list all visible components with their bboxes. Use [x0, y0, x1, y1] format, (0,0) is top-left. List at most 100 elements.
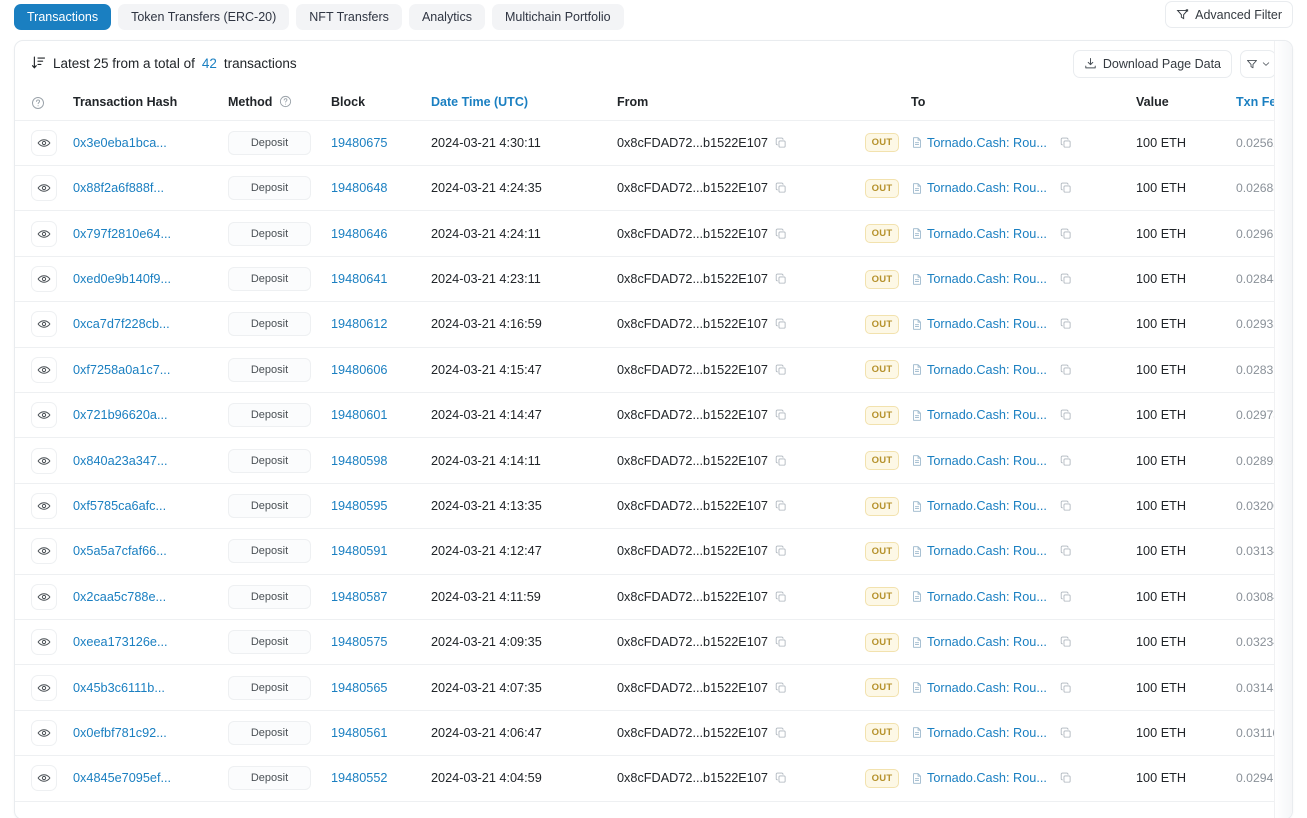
to-address-link[interactable]: Tornado.Cash: Rou... [927, 454, 1047, 468]
block-link[interactable]: 19480591 [331, 544, 387, 558]
method-badge[interactable]: Deposit [228, 584, 311, 609]
block-link[interactable]: 19480575 [331, 635, 387, 649]
method-badge[interactable]: Deposit [228, 539, 311, 564]
method-badge[interactable]: Deposit [228, 403, 311, 428]
to-address-link[interactable]: Tornado.Cash: Rou... [927, 499, 1047, 513]
preview-eye-icon[interactable] [31, 538, 57, 565]
copy-icon[interactable] [1060, 364, 1072, 376]
copy-icon[interactable] [1060, 772, 1072, 784]
copy-icon[interactable] [1060, 409, 1072, 421]
copy-icon[interactable] [775, 772, 787, 784]
preview-eye-icon[interactable] [31, 402, 57, 429]
method-badge[interactable]: Deposit [228, 221, 311, 246]
transaction-hash-link[interactable]: 0x2caa5c788e... [73, 590, 166, 604]
transaction-hash-link[interactable]: 0xed0e9b140f9... [73, 272, 171, 286]
help-icon[interactable] [31, 96, 45, 110]
preview-eye-icon[interactable] [31, 447, 57, 474]
copy-icon[interactable] [1060, 455, 1072, 467]
copy-icon[interactable] [775, 591, 787, 603]
transaction-hash-link[interactable]: 0x88f2a6f888f... [73, 181, 164, 195]
method-badge[interactable]: Deposit [228, 312, 311, 337]
copy-icon[interactable] [1060, 591, 1072, 603]
transaction-hash-link[interactable]: 0x721b96620a... [73, 408, 168, 422]
block-link[interactable]: 19480561 [331, 726, 387, 740]
method-badge[interactable]: Deposit [228, 267, 311, 292]
block-link[interactable]: 19480606 [331, 363, 387, 377]
to-address-link[interactable]: Tornado.Cash: Rou... [927, 726, 1047, 740]
method-badge[interactable]: Deposit [228, 766, 311, 791]
copy-icon[interactable] [1060, 137, 1072, 149]
preview-eye-icon[interactable] [31, 356, 57, 383]
preview-eye-icon[interactable] [31, 175, 57, 202]
copy-icon[interactable] [775, 500, 787, 512]
block-link[interactable]: 19480565 [331, 681, 387, 695]
copy-icon[interactable] [775, 182, 787, 194]
copy-icon[interactable] [775, 364, 787, 376]
help-icon[interactable] [279, 95, 292, 108]
copy-icon[interactable] [775, 318, 787, 330]
copy-icon[interactable] [1060, 727, 1072, 739]
preview-eye-icon[interactable] [31, 493, 57, 520]
tab-nft-transfers[interactable]: NFT Transfers [296, 4, 402, 30]
method-badge[interactable]: Deposit [228, 675, 311, 700]
block-link[interactable]: 19480552 [331, 771, 387, 785]
to-address-link[interactable]: Tornado.Cash: Rou... [927, 408, 1047, 422]
to-address-link[interactable]: Tornado.Cash: Rou... [927, 363, 1047, 377]
block-link[interactable]: 19480675 [331, 136, 387, 150]
method-badge[interactable]: Deposit [228, 130, 311, 155]
block-link[interactable]: 19480601 [331, 408, 387, 422]
transaction-hash-link[interactable]: 0x4845e7095ef... [73, 771, 171, 785]
tab-token-transfers-erc-20[interactable]: Token Transfers (ERC-20) [118, 4, 290, 30]
transaction-hash-link[interactable]: 0x3e0eba1bca... [73, 136, 167, 150]
to-address-link[interactable]: Tornado.Cash: Rou... [927, 227, 1047, 241]
block-link[interactable]: 19480648 [331, 181, 387, 195]
method-badge[interactable]: Deposit [228, 494, 311, 519]
copy-icon[interactable] [775, 636, 787, 648]
copy-icon[interactable] [1060, 500, 1072, 512]
preview-eye-icon[interactable] [31, 311, 57, 338]
copy-icon[interactable] [775, 455, 787, 467]
preview-eye-icon[interactable] [31, 129, 57, 156]
transaction-hash-link[interactable]: 0x840a23a347... [73, 454, 168, 468]
preview-eye-icon[interactable] [31, 765, 57, 792]
to-address-link[interactable]: Tornado.Cash: Rou... [927, 590, 1047, 604]
block-link[interactable]: 19480587 [331, 590, 387, 604]
to-address-link[interactable]: Tornado.Cash: Rou... [927, 181, 1047, 195]
to-address-link[interactable]: Tornado.Cash: Rou... [927, 544, 1047, 558]
transaction-hash-link[interactable]: 0xeea173126e... [73, 635, 168, 649]
transaction-hash-link[interactable]: 0x5a5a7cfaf66... [73, 544, 167, 558]
preview-eye-icon[interactable] [31, 719, 57, 746]
copy-icon[interactable] [775, 228, 787, 240]
filter-dropdown-button[interactable] [1240, 49, 1276, 78]
to-address-link[interactable]: Tornado.Cash: Rou... [927, 272, 1047, 286]
copy-icon[interactable] [1060, 318, 1072, 330]
copy-icon[interactable] [1060, 636, 1072, 648]
block-link[interactable]: 19480612 [331, 317, 387, 331]
to-address-link[interactable]: Tornado.Cash: Rou... [927, 317, 1047, 331]
block-link[interactable]: 19480595 [331, 499, 387, 513]
transaction-hash-link[interactable]: 0xca7d7f228cb... [73, 317, 170, 331]
method-badge[interactable]: Deposit [228, 630, 311, 655]
transaction-hash-link[interactable]: 0x0efbf781c92... [73, 726, 167, 740]
copy-icon[interactable] [775, 409, 787, 421]
to-address-link[interactable]: Tornado.Cash: Rou... [927, 635, 1047, 649]
transaction-hash-link[interactable]: 0xf5785ca6afc... [73, 499, 166, 513]
sort-descending-icon[interactable] [31, 55, 46, 72]
copy-icon[interactable] [775, 727, 787, 739]
tab-multichain-portfolio[interactable]: Multichain Portfolio [491, 4, 624, 30]
method-badge[interactable]: Deposit [228, 720, 311, 745]
vertical-scrollbar[interactable] [1274, 41, 1292, 818]
preview-eye-icon[interactable] [31, 220, 57, 247]
preview-eye-icon[interactable] [31, 266, 57, 293]
column-header-date-time[interactable]: Date Time (UTC) [431, 86, 617, 121]
advanced-filter-button[interactable]: Advanced Filter [1165, 1, 1293, 28]
preview-eye-icon[interactable] [31, 583, 57, 610]
transaction-hash-link[interactable]: 0x45b3c6111b... [73, 681, 165, 695]
block-link[interactable]: 19480646 [331, 227, 387, 241]
download-page-data-button[interactable]: Download Page Data [1072, 49, 1232, 78]
copy-icon[interactable] [775, 137, 787, 149]
block-link[interactable]: 19480598 [331, 454, 387, 468]
total-transactions-link[interactable]: 42 [202, 56, 217, 71]
transaction-hash-link[interactable]: 0xf7258a0a1c7... [73, 363, 170, 377]
copy-icon[interactable] [1060, 682, 1072, 694]
